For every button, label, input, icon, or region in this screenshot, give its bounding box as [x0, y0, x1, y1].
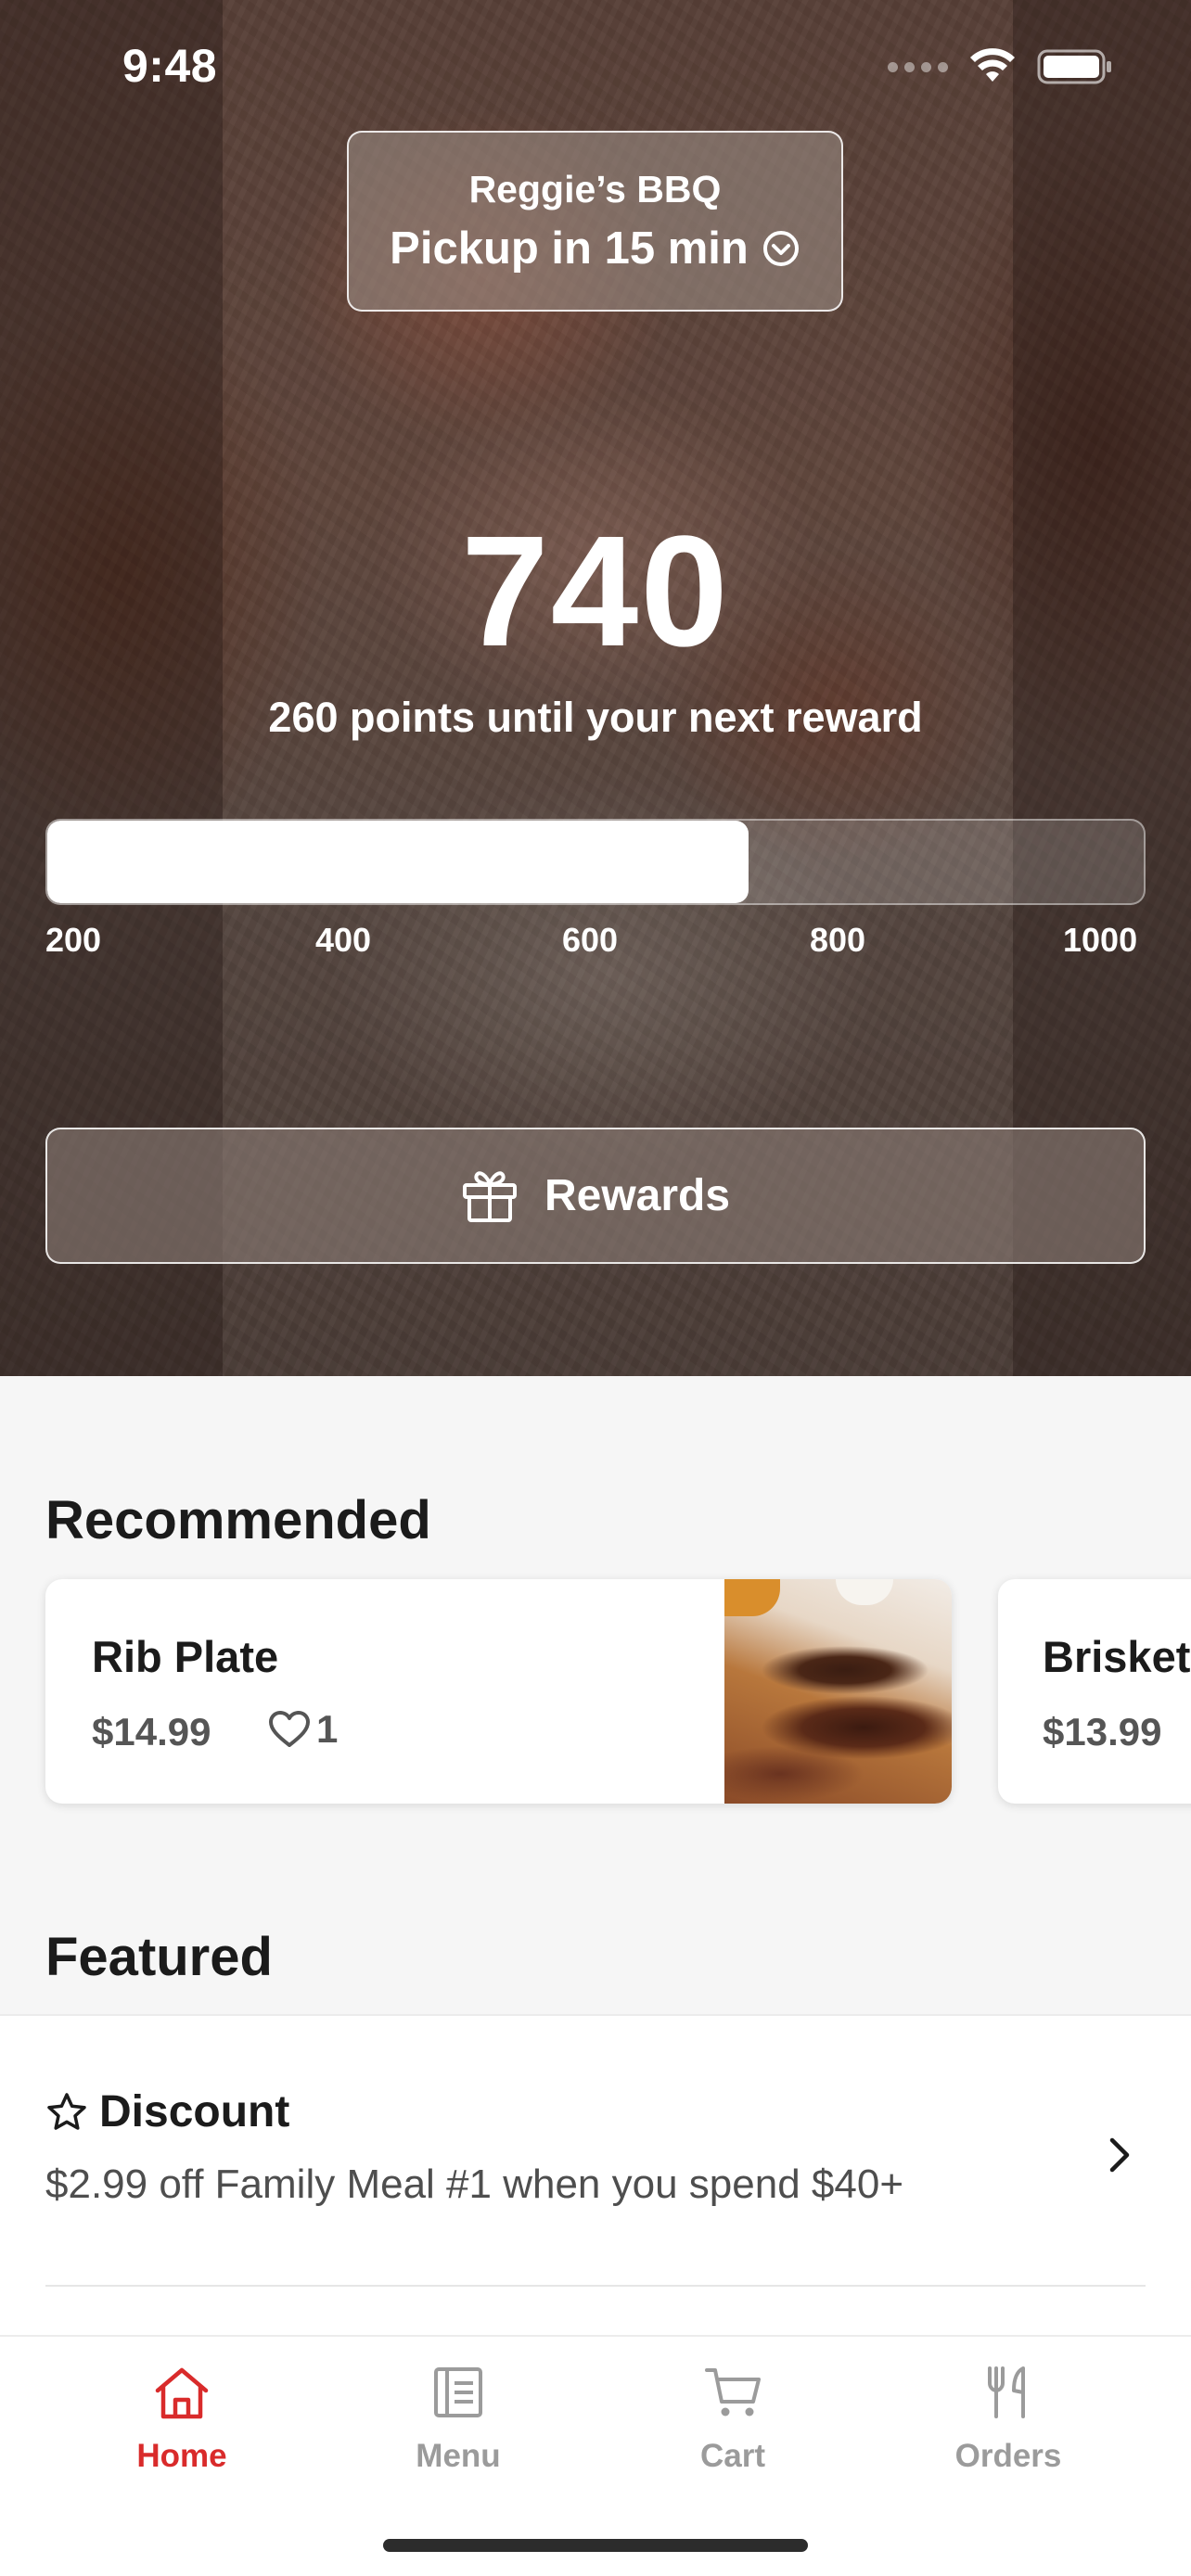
discount-title: Discount: [99, 2087, 290, 2136]
featured-panel: Discount $2.99 off Family Meal #1 when y…: [0, 2014, 1191, 2335]
discount-description: $2.99 off Family Meal #1 when you spend …: [45, 2162, 904, 2207]
tab-home-label: Home: [136, 2438, 227, 2474]
discount-header: Discount: [45, 2086, 289, 2137]
tab-orders[interactable]: Orders: [916, 2365, 1101, 2475]
item-price: $14.99: [92, 1710, 211, 1753]
status-bar-icons: [888, 46, 1113, 87]
tab-orders-label: Orders: [954, 2438, 1062, 2474]
chevron-down-circle-icon: [762, 231, 799, 266]
featured-section-title: Featured: [45, 1927, 273, 1987]
item-like-count: 1: [316, 1707, 339, 1751]
item-like[interactable]: 1: [268, 1707, 338, 1752]
gift-icon: [462, 1170, 517, 1222]
chevron-right-icon[interactable]: [1106, 2135, 1133, 2175]
recommended-item-card[interactable]: Brisket $13.99: [998, 1579, 1191, 1804]
rib-plate-photo: [724, 1579, 952, 1804]
tab-menu-label: Menu: [416, 2438, 501, 2474]
restaurant-name: Reggie’s BBQ: [468, 168, 722, 210]
item-name: Rib Plate: [92, 1632, 279, 1681]
points-until-reward: 260 points until your next reward: [268, 694, 923, 741]
tab-home[interactable]: Home: [89, 2365, 275, 2475]
battery-icon: [1037, 49, 1111, 84]
item-price: $13.99: [1043, 1710, 1162, 1753]
divider: [45, 2285, 1146, 2287]
tab-menu[interactable]: Menu: [365, 2365, 551, 2475]
cart-icon: [705, 2368, 761, 2417]
home-indicator: [383, 2539, 808, 2552]
recommended-item-card[interactable]: Rib Plate $14.99 1: [45, 1579, 952, 1804]
wifi-icon: [970, 48, 1015, 82]
pickup-time-text: Pickup in 15 min: [390, 223, 749, 274]
menu-icon: [434, 2367, 482, 2417]
status-bar-time: 9:48: [122, 40, 218, 92]
recommended-section-title: Recommended: [45, 1490, 431, 1550]
orders-icon: [988, 2366, 1025, 2418]
progress-tick-200: 200: [45, 921, 102, 959]
star-icon: [47, 2092, 86, 2130]
pickup-time-row: Pickup in 15 min: [349, 223, 841, 274]
item-name: Brisket: [1043, 1632, 1191, 1681]
location-selector[interactable]: Reggie’s BBQ Pickup in 15 min: [347, 131, 843, 312]
progress-tick-800: 800: [810, 921, 866, 959]
app-screen: 9:48 Reggie’s BBQ Pickup in 15 min 740 2…: [0, 0, 1191, 2576]
rewards-button-label: Rewards: [544, 1171, 731, 1220]
heart-icon: [269, 1711, 310, 1747]
points-balance: 740: [461, 504, 730, 680]
points-progress-bar: [45, 819, 1146, 905]
progress-tick-600: 600: [562, 921, 619, 959]
points-progress-fill: [47, 821, 749, 903]
home-icon: [155, 2367, 209, 2419]
tab-cart-label: Cart: [699, 2438, 766, 2474]
rewards-button[interactable]: Rewards: [45, 1128, 1146, 1264]
progress-tick-1000: 1000: [1063, 921, 1138, 959]
progress-tick-400: 400: [315, 921, 372, 959]
tab-cart[interactable]: Cart: [640, 2365, 826, 2475]
cellular-signal-icon: [888, 61, 948, 72]
